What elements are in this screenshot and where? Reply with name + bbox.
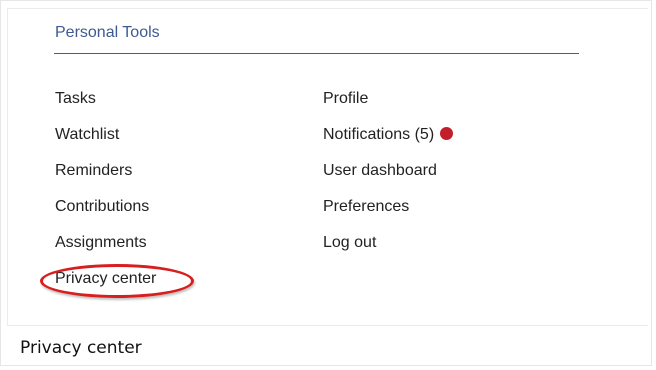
menu-item-privacy-center[interactable]: Privacy center [55,268,156,304]
personal-tools-right-column: Profile Notifications (5) User dashboard… [323,88,454,268]
menu-item-reminders[interactable]: Reminders [55,160,156,196]
figure-caption: Privacy center [20,338,142,358]
notifications-label: Notifications (5) [323,126,435,143]
menu-item-user-dashboard[interactable]: User dashboard [323,160,453,196]
menu-item-preferences[interactable]: Preferences [323,196,453,232]
notification-dot-icon [440,127,454,140]
menu-item-profile[interactable]: Profile [323,88,453,124]
menu-item-contributions[interactable]: Contributions [55,196,156,232]
menu-item-watchlist[interactable]: Watchlist [55,124,156,160]
menu-item-tasks[interactable]: Tasks [55,88,156,124]
menu-item-log-out[interactable]: Log out [323,232,453,268]
menu-item-assignments[interactable]: Assignments [55,232,156,268]
title-divider [54,53,579,54]
panel-title: Personal Tools [55,24,160,41]
personal-tools-left-column: Tasks Watchlist Reminders Contributions … [55,88,156,304]
menu-item-notifications[interactable]: Notifications (5) [323,124,454,160]
